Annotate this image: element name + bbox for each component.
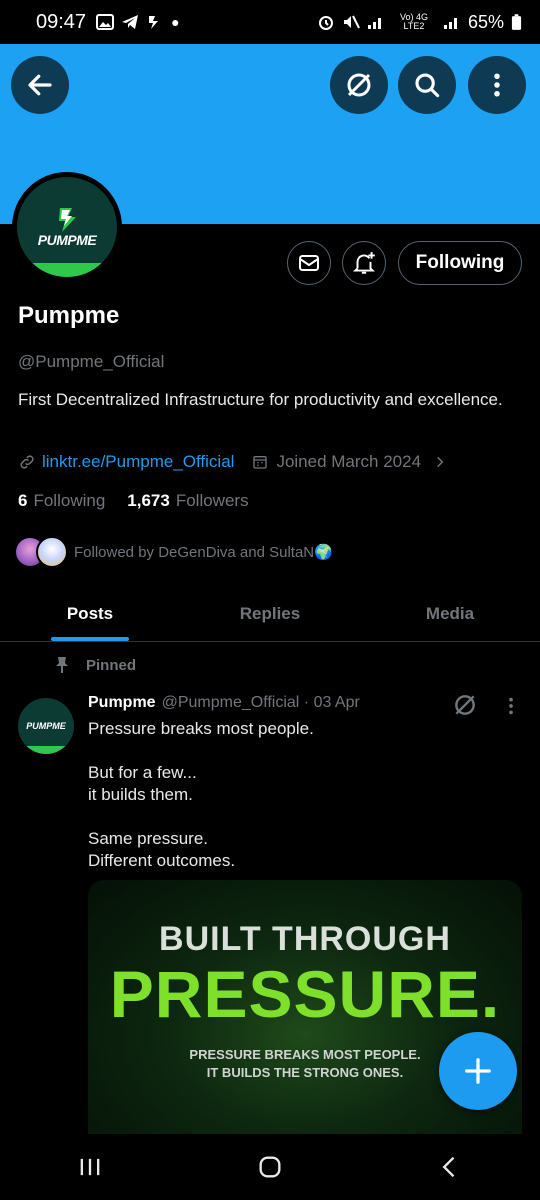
profile-tabs: Posts Replies Media — [0, 586, 540, 642]
status-time: 09:47 — [36, 10, 87, 33]
arrow-left-icon — [28, 74, 52, 96]
pumpme-status-icon — [149, 16, 159, 29]
calendar-icon — [253, 456, 268, 469]
recent-apps-icon[interactable] — [76, 1153, 104, 1181]
post-text: Pressure breaks most people. But for a f… — [88, 719, 314, 870]
battery-percent: 65% — [467, 11, 504, 32]
grok-icon[interactable] — [452, 692, 478, 718]
profile-avatar[interactable]: PUMPME — [12, 172, 122, 282]
media-headline-2: PRESSURE. — [109, 957, 501, 1031]
profile-link[interactable]: linktr.ee/Pumpme_Official — [42, 452, 234, 472]
notifications-button[interactable] — [342, 241, 386, 285]
pin-icon — [56, 657, 68, 673]
media-headline-1: BUILT THROUGH — [159, 920, 451, 958]
message-button[interactable] — [287, 241, 331, 285]
plus-icon — [465, 1058, 491, 1084]
post-more-icon[interactable] — [500, 694, 522, 718]
grok-button[interactable] — [330, 56, 388, 114]
telegram-icon — [122, 15, 139, 29]
pinned-label: Pinned — [86, 656, 137, 674]
mail-icon — [299, 255, 319, 271]
alarm-icon — [318, 16, 333, 30]
profile-handle: @Pumpme_Official — [18, 352, 165, 371]
avatar-green-bar — [17, 263, 117, 277]
back-nav-icon[interactable] — [436, 1153, 464, 1181]
profile-bio: First Decentralized Infrastructure for p… — [18, 390, 503, 409]
search-icon — [415, 73, 440, 98]
followed-by-text: Followed by DeGenDiva and SultaN🌍 — [74, 544, 333, 561]
network-label: Vo) 4G LTE2 — [399, 12, 428, 31]
home-icon[interactable] — [256, 1153, 284, 1181]
signal-icon-2 — [443, 18, 457, 29]
more-options-button[interactable] — [468, 56, 526, 114]
pumpme-logo-icon — [59, 208, 76, 232]
post-author-name[interactable]: Pumpme — [88, 694, 156, 712]
post-author-handle: @Pumpme_Official · 03 Apr — [161, 694, 360, 711]
following-count: 6 — [18, 491, 28, 510]
tab-media[interactable]: Media — [360, 586, 540, 641]
chevron-right-icon[interactable] — [433, 455, 447, 469]
compose-button[interactable] — [439, 1032, 517, 1110]
android-nav-bar — [0, 1134, 540, 1200]
status-bar: 09:47 ● Vo) 4G LTE2 65% — [0, 0, 540, 44]
status-right: Vo) 4G LTE2 65% — [317, 12, 522, 33]
tab-posts[interactable]: Posts — [0, 586, 180, 641]
tab-replies[interactable]: Replies — [180, 586, 360, 641]
profile-name: Pumpme — [18, 302, 120, 329]
back-button[interactable] — [11, 56, 69, 114]
more-vertical-icon — [494, 73, 500, 97]
status-notification-icons: ● — [96, 14, 180, 30]
profile-meta: linktr.ee/Pumpme_Official Joined March 2… — [18, 452, 447, 472]
link-icon — [20, 455, 34, 469]
pinned-indicator: Pinned — [54, 656, 136, 674]
search-button[interactable] — [398, 56, 456, 114]
avatar-logo: PUMPME — [17, 177, 117, 277]
signal-icon — [367, 18, 381, 29]
mute-icon — [343, 15, 360, 29]
follower-avatar-2 — [36, 536, 68, 568]
following-stat[interactable]: 6 Following — [18, 491, 105, 511]
avatar-brand-text: PUMPME — [37, 232, 97, 248]
followers-count: 1,673 — [127, 491, 170, 510]
grok-icon — [347, 73, 371, 97]
bell-plus-icon — [352, 252, 376, 274]
battery-icon — [511, 13, 522, 30]
post-header: Pumpme @Pumpme_Official · 03 Apr — [88, 694, 360, 712]
dot-icon: ● — [171, 14, 180, 30]
followers-stat[interactable]: 1,673 Followers — [127, 491, 248, 511]
joined-date: Joined March 2024 — [276, 452, 422, 471]
gallery-icon — [96, 14, 115, 30]
followers-label: Followers — [175, 491, 249, 510]
post-avatar-text: PUMPME — [26, 721, 66, 731]
post-avatar-bar — [18, 746, 74, 754]
following-label: Following — [33, 491, 106, 510]
post-author-avatar[interactable]: PUMPME — [18, 698, 74, 754]
following-button[interactable]: Following — [398, 241, 522, 285]
followed-by[interactable]: Followed by DeGenDiva and SultaN🌍 — [14, 536, 333, 568]
profile-stats: 6 Following 1,673 Followers — [18, 491, 249, 511]
